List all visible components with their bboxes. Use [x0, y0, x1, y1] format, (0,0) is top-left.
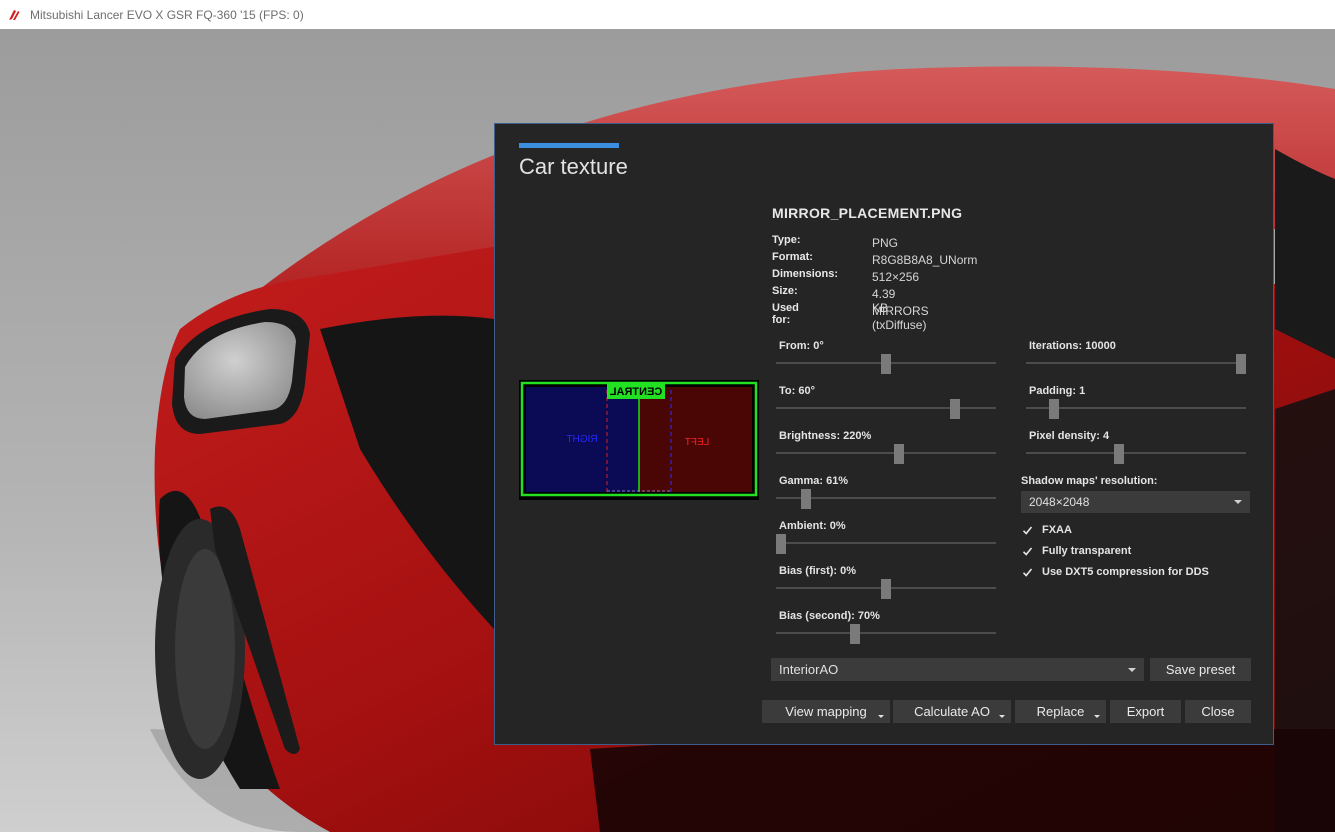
save-preset-button[interactable]: Save preset [1150, 658, 1251, 681]
export-label: Export [1126, 704, 1165, 719]
dialog-title: Car texture [519, 154, 628, 179]
property-value: PNG [872, 236, 899, 250]
slider-label: Gamma: 61% [779, 475, 849, 487]
property-key: Type: [772, 234, 801, 246]
slider-label: Iterations: 10000 [1029, 340, 1116, 352]
slider-thumb[interactable] [881, 579, 891, 599]
slider-thumb[interactable] [950, 399, 961, 419]
texture-preview-image: CENTRAL RIGHT LEFT [520, 381, 758, 497]
shadow-maps-value: 2048×2048 [1029, 495, 1090, 509]
dropdown-arrow-icon[interactable] [1094, 715, 1100, 718]
check-icon [1021, 566, 1034, 579]
slider-track[interactable] [776, 542, 996, 544]
slider-thumb[interactable] [776, 534, 786, 554]
window-title: Mitsubishi Lancer EVO X GSR FQ-360 '15 (… [30, 7, 304, 22]
preview-left-label: LEFT [685, 437, 709, 448]
check-icon [1021, 545, 1034, 558]
slider-track[interactable] [1026, 362, 1246, 364]
property-value: R8G8B8A8_UNorm [872, 253, 978, 267]
slider-track[interactable] [776, 452, 996, 454]
property-value: 512×256 [872, 270, 920, 284]
preview-right-label: RIGHT [566, 434, 597, 445]
close-label: Close [1201, 704, 1235, 719]
property-key: Dimensions: [772, 268, 839, 280]
property-key: Size: [772, 285, 798, 297]
slider-brightness[interactable]: Brightness: 220% [776, 430, 996, 475]
preview-central-label: CENTRAL [609, 386, 662, 398]
file-name: MIRROR_PLACEMENT.PNG [772, 205, 963, 221]
slider-padding[interactable]: Padding: 1 [1026, 385, 1246, 430]
slider-thumb[interactable] [1114, 444, 1125, 464]
dropdown-arrow-icon[interactable] [878, 715, 884, 718]
texture-preview[interactable]: CENTRAL RIGHT LEFT [519, 380, 759, 500]
preset-select[interactable]: InteriorAO [771, 658, 1144, 681]
slider-label: Ambient: 0% [779, 520, 846, 532]
slider-thumb[interactable] [893, 444, 904, 464]
slider-label: Brightness: 220% [779, 430, 872, 442]
property-key: Format: [772, 251, 813, 263]
slider-label: To: 60° [779, 385, 815, 397]
slider-bias-second[interactable]: Bias (second): 70% [776, 610, 996, 655]
slider-label: Padding: 1 [1029, 385, 1086, 397]
slider-to[interactable]: To: 60° [776, 385, 996, 430]
slider-thumb[interactable] [1049, 399, 1060, 419]
checkbox-label: FXAA [1042, 524, 1072, 536]
dxt5-compression-checkbox[interactable]: Use DXT5 compression for DDS [1021, 564, 1209, 580]
slider-ambient[interactable]: Ambient: 0% [776, 520, 996, 565]
replace-button[interactable]: Replace [1015, 700, 1106, 723]
slider-bias-first[interactable]: Bias (first): 0% [776, 565, 996, 610]
slider-thumb[interactable] [801, 489, 812, 509]
close-button[interactable]: Close [1185, 700, 1251, 723]
slider-from[interactable]: From: 0° [776, 340, 996, 385]
slider-thumb[interactable] [881, 354, 891, 374]
window-titlebar: Mitsubishi Lancer EVO X GSR FQ-360 '15 (… [0, 0, 1335, 29]
view-mapping-label: View mapping [785, 704, 867, 719]
calculate-ao-button[interactable]: Calculate AO [893, 700, 1011, 723]
check-icon [1021, 524, 1034, 537]
slider-label: From: 0° [779, 340, 824, 352]
checkbox-label: Use DXT5 compression for DDS [1042, 566, 1209, 578]
shadow-maps-select[interactable]: 2048×2048 [1021, 491, 1250, 513]
shadow-maps-label: Shadow maps' resolution: [1021, 475, 1158, 487]
slider-pixel-density[interactable]: Pixel density: 4 [1026, 430, 1246, 475]
replace-label: Replace [1036, 704, 1085, 719]
preset-value: InteriorAO [779, 662, 839, 677]
slider-gamma[interactable]: Gamma: 61% [776, 475, 996, 520]
fxaa-checkbox[interactable]: FXAA [1021, 522, 1072, 538]
export-button[interactable]: Export [1110, 700, 1181, 723]
property-key: Used for: [772, 302, 799, 326]
fully-transparent-checkbox[interactable]: Fully transparent [1021, 543, 1131, 559]
slider-thumb[interactable] [849, 624, 860, 644]
calculate-ao-label: Calculate AO [914, 704, 990, 719]
save-preset-label: Save preset [1165, 662, 1236, 677]
chevron-down-icon [1128, 667, 1136, 672]
dropdown-arrow-icon[interactable] [999, 715, 1005, 718]
slider-track[interactable] [776, 632, 996, 634]
slider-track[interactable] [776, 407, 996, 409]
checkbox-label: Fully transparent [1042, 545, 1132, 557]
title-accent-bar [519, 143, 619, 148]
view-mapping-button[interactable]: View mapping [762, 700, 890, 723]
slider-iterations[interactable]: Iterations: 10000 [1026, 340, 1246, 385]
slider-label: Bias (first): 0% [779, 565, 857, 577]
slider-thumb[interactable] [1236, 354, 1246, 374]
app-logo-icon [9, 9, 20, 20]
slider-label: Bias (second): 70% [779, 610, 880, 622]
chevron-down-icon [1234, 500, 1242, 504]
slider-label: Pixel density: 4 [1029, 430, 1110, 442]
slider-track[interactable] [1026, 452, 1246, 454]
car-texture-dialog: Car texture CENTRAL RIGHT LEFT MIRROR_PL… [494, 123, 1274, 745]
property-value: MIRRORS (txDiffuse) [872, 304, 929, 332]
